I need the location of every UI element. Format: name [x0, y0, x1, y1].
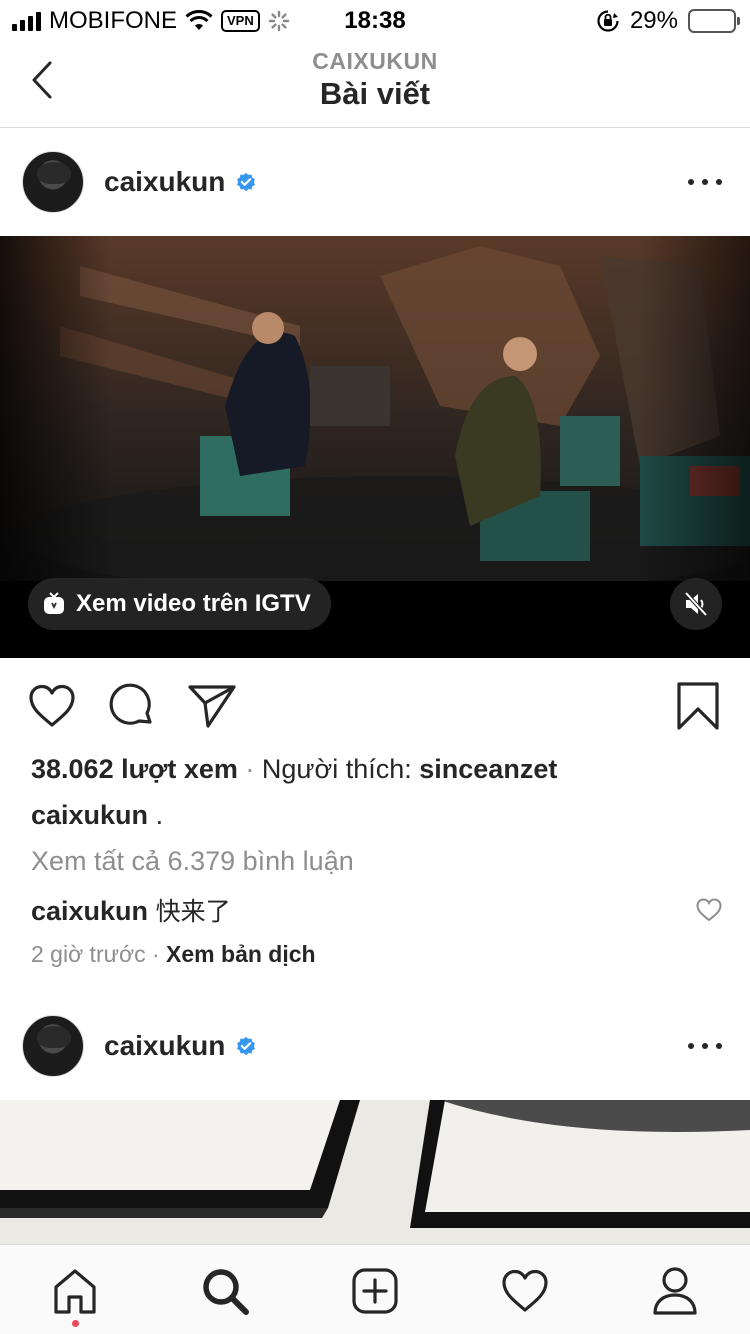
- caption: caixukun .: [31, 800, 163, 831]
- home-icon: [54, 1269, 96, 1314]
- post-meta-row: 2 giờ trước · Xem bản dịch: [31, 941, 316, 968]
- comment-like-icon[interactable]: [696, 898, 722, 922]
- post-header: caixukun: [0, 128, 750, 236]
- post-header: caixukun: [0, 992, 750, 1100]
- comment-icon: [109, 683, 152, 725]
- nav-bar: CAIXUKUN Bài viết: [0, 40, 750, 128]
- add-post-icon: [352, 1268, 398, 1314]
- username-row: caixukun: [104, 992, 257, 1100]
- bookmark-icon: [677, 682, 719, 730]
- mute-button[interactable]: [670, 578, 722, 630]
- post-video[interactable]: Xem video trên IGTV: [0, 236, 750, 658]
- post-time: 2 giờ trước: [31, 941, 146, 967]
- username-row: caixukun: [104, 128, 257, 236]
- separator: ·: [151, 941, 160, 967]
- igtv-icon: [44, 592, 64, 614]
- verified-badge-icon: [237, 172, 256, 192]
- save-button[interactable]: [672, 680, 724, 732]
- view-all-comments-link[interactable]: Xem tất cả 6.379 bình luận: [31, 846, 354, 877]
- view-count[interactable]: 38.062 lượt xem: [31, 754, 238, 784]
- page-title: Bài viết: [319, 76, 431, 111]
- username[interactable]: caixukun: [104, 166, 225, 198]
- search-icon: [203, 1269, 249, 1315]
- username[interactable]: caixukun: [104, 1030, 225, 1062]
- comment-text: 快来了: [155, 897, 231, 926]
- separator: ·: [245, 754, 255, 784]
- liked-by-user[interactable]: sinceanzet: [419, 754, 557, 784]
- heart-icon: [29, 684, 75, 727]
- speaker-muted-icon: [684, 591, 708, 617]
- tab-search[interactable]: [197, 1263, 253, 1319]
- nav-subtitle: CAIXUKUN: [312, 48, 438, 74]
- comment-row: caixukun 快来了: [31, 892, 231, 928]
- status-left: MOBIFONE VPN: [12, 7, 290, 35]
- post-image[interactable]: [0, 1100, 750, 1245]
- battery-percent: 29%: [629, 7, 678, 34]
- status-bar: MOBIFONE VPN 18:38 29%: [0, 0, 750, 40]
- orientation-lock-icon: [597, 10, 619, 32]
- comment-username[interactable]: caixukun: [31, 896, 148, 926]
- vpn-badge: VPN: [221, 10, 260, 32]
- battery-icon: [688, 9, 740, 33]
- avatar[interactable]: [22, 151, 84, 213]
- post-image-content: [0, 1100, 750, 1245]
- post-actions: [0, 680, 750, 734]
- loading-spinner-icon: [268, 10, 289, 32]
- video-frame-image: [0, 236, 750, 581]
- send-icon: [188, 685, 236, 728]
- verified-badge-icon: [237, 1036, 256, 1056]
- profile-icon: [653, 1267, 697, 1315]
- signal-icon: [12, 11, 41, 31]
- avatar[interactable]: [22, 1015, 84, 1077]
- liked-by-prefix: Người thích:: [261, 754, 412, 784]
- carrier-name: MOBIFONE: [49, 7, 178, 34]
- tab-profile[interactable]: [647, 1263, 703, 1319]
- tab-new-post[interactable]: [347, 1263, 403, 1319]
- tab-bar: [0, 1244, 750, 1334]
- like-button[interactable]: [26, 680, 78, 732]
- tab-activity[interactable]: [497, 1263, 553, 1319]
- share-button[interactable]: [186, 680, 238, 732]
- wifi-icon: [185, 10, 213, 30]
- heart-icon: [502, 1269, 548, 1312]
- caption-text: .: [155, 800, 164, 830]
- more-options-button[interactable]: [688, 1032, 722, 1060]
- notification-dot: [72, 1320, 79, 1327]
- igtv-label: Xem video trên IGTV: [76, 590, 311, 617]
- translate-link[interactable]: Xem bản dịch: [166, 941, 316, 967]
- igtv-link[interactable]: Xem video trên IGTV: [28, 578, 331, 630]
- views-likes-line: 38.062 lượt xem · Người thích: sinceanze…: [31, 754, 557, 785]
- comment-button[interactable]: [106, 680, 158, 732]
- status-right: 29%: [596, 7, 740, 35]
- tab-home[interactable]: [47, 1263, 103, 1319]
- caption-username[interactable]: caixukun: [31, 800, 148, 830]
- more-options-button[interactable]: [688, 168, 722, 196]
